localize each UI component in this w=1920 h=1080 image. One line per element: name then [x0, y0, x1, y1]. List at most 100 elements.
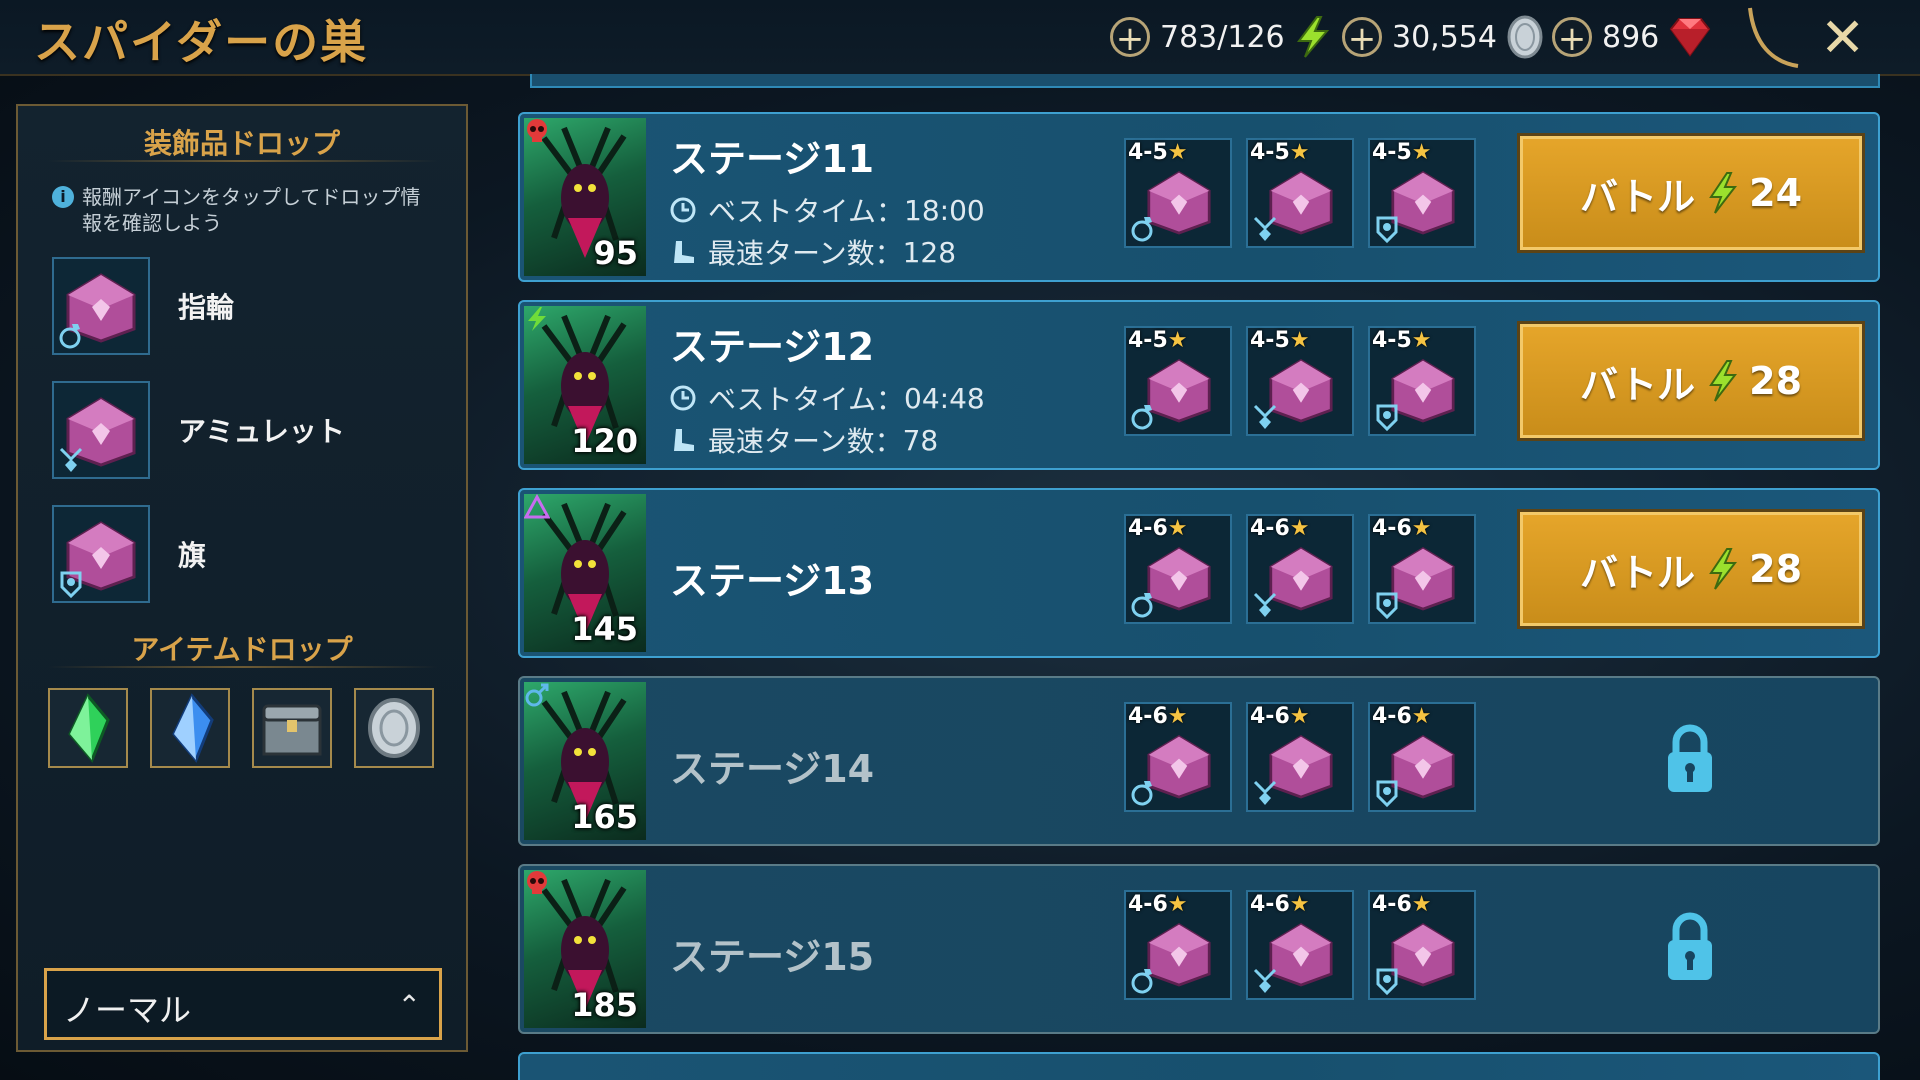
ring-chest-icon[interactable]: [52, 257, 150, 355]
banner-icon: [60, 571, 82, 599]
amulet-reward[interactable]: 4-6★: [1246, 890, 1354, 1000]
difficulty-value: ノーマル: [63, 991, 192, 1029]
ring-icon: [1131, 969, 1153, 994]
reward-list: 4-6★ 4-6★ 4-6★: [1124, 702, 1476, 812]
blue-shard-icon[interactable]: [150, 688, 230, 768]
ring-reward[interactable]: 4-6★: [1124, 702, 1232, 812]
banner-chest-icon[interactable]: [52, 505, 150, 603]
best-time-label: ベストタイム：: [708, 195, 905, 228]
divider: [48, 666, 438, 668]
artifact-banner-row[interactable]: 旗: [52, 504, 206, 604]
ring-icon: [59, 324, 81, 349]
next-stage-peek: [518, 1052, 1880, 1080]
amulet-reward[interactable]: 4-6★: [1246, 702, 1354, 812]
stage-row[interactable]: 95 ステージ11 ベストタイム： 18:00 最速ターン数： 128 4-5★ 4…: [518, 112, 1880, 282]
add-gems-button[interactable]: +: [1552, 17, 1592, 58]
reward-list: 4-5★ 4-5★ 4-5★: [1124, 138, 1476, 248]
enemy-power: 185: [571, 986, 638, 1024]
ring-reward[interactable]: 4-5★: [1124, 326, 1232, 436]
amulet-icon: [1253, 592, 1277, 617]
silver-coin-icon: [1507, 15, 1543, 59]
battle-label: バトル: [1579, 174, 1696, 219]
battle-label: バトル: [1579, 550, 1696, 595]
boss-portrait: 145: [524, 494, 646, 652]
boss-portrait: 95: [524, 118, 646, 276]
green-shard-icon[interactable]: [48, 688, 128, 768]
add-silver-button[interactable]: +: [1342, 17, 1382, 58]
amulet-icon: [1253, 404, 1277, 429]
artifact-label: 指輪: [178, 291, 235, 324]
gem-value: 896: [1602, 19, 1660, 55]
chevron-up-icon: ⌃: [397, 989, 421, 1022]
lock-icon: [1668, 912, 1712, 980]
chest-icon[interactable]: [252, 688, 332, 768]
battle-button[interactable]: バトル 28: [1517, 321, 1865, 441]
enemy-power: 120: [571, 422, 638, 460]
page-title: スパイダーの巣: [34, 15, 369, 69]
gem-counter: + 896: [1552, 14, 1715, 60]
stage-list[interactable]: 95 ステージ11 ベストタイム： 18:00 最速ターン数： 128 4-5★ 4…: [514, 74, 1884, 1080]
banner-reward[interactable]: 4-6★: [1368, 702, 1476, 812]
banner-reward[interactable]: 4-5★: [1368, 138, 1476, 248]
stage-row-locked: 165 ステージ14 4-6★ 4-6★ 4-6★: [518, 676, 1880, 846]
stage-row[interactable]: 120 ステージ12 ベストタイム： 04:48 最速ターン数： 78 4-5★ 4…: [518, 300, 1880, 470]
boot-icon: [674, 429, 694, 451]
banner-reward[interactable]: 4-6★: [1368, 890, 1476, 1000]
amulet-reward[interactable]: 4-5★: [1246, 138, 1354, 248]
fastest-turns: 最速ターン数： 128: [670, 232, 956, 272]
silver-coin-icon[interactable]: [354, 688, 434, 768]
energy-cost: 28: [1749, 547, 1803, 591]
artifact-label: 旗: [178, 539, 207, 572]
ring-icon: [1131, 217, 1153, 242]
fastest-turns-label: 最速ターン数：: [708, 237, 903, 270]
artifact-ring-row[interactable]: 指輪: [52, 256, 234, 356]
top-bar: スパイダーの巣 + 783/126 + 30,554 + 896 ✕: [0, 0, 1920, 76]
boss-portrait: 165: [524, 682, 646, 840]
battle-button[interactable]: バトル 24: [1517, 133, 1865, 253]
ring-reward[interactable]: 4-6★: [1124, 890, 1232, 1000]
amulet-chest-icon[interactable]: [52, 381, 150, 479]
energy-bolt-icon: [1296, 16, 1329, 58]
artifact-drop-title: 装飾品ドロップ: [143, 127, 340, 160]
reward-list: 4-5★ 4-5★ 4-5★: [1124, 326, 1476, 436]
divider: [48, 160, 438, 162]
fastest-turns-value: 128: [902, 235, 957, 269]
best-time-value: 04:48: [904, 381, 985, 415]
drop-info-panel: 装飾品ドロップ i 報酬アイコンをタップしてドロップ情報を確認しよう 指輪 アミ…: [16, 104, 468, 1052]
banner-icon: [1376, 968, 1398, 996]
item-drop-title: アイテムドロップ: [131, 633, 353, 666]
amulet-reward[interactable]: 4-5★: [1246, 326, 1354, 436]
fastest-turns: 最速ターン数： 78: [670, 420, 938, 460]
corner-ornament-icon: [1748, 7, 1799, 68]
amulet-reward[interactable]: 4-6★: [1246, 514, 1354, 624]
stage-name: ステージ14: [670, 747, 875, 791]
close-button[interactable]: ✕: [1820, 6, 1865, 69]
enemy-power: 145: [571, 610, 638, 648]
info-text: 報酬アイコンをタップしてドロップ情報を確認しよう: [82, 185, 421, 235]
clock-icon: [670, 385, 696, 411]
ring-reward[interactable]: 4-5★: [1124, 138, 1232, 248]
add-energy-button[interactable]: +: [1110, 17, 1150, 58]
ring-reward[interactable]: 4-6★: [1124, 514, 1232, 624]
stage-row[interactable]: 145 ステージ13 4-6★ 4-6★ 4-6★ バトル 28: [518, 488, 1880, 658]
banner-reward[interactable]: 4-5★: [1368, 326, 1476, 436]
lock-icon: [1668, 724, 1712, 792]
stage-name: ステージ13: [670, 559, 875, 603]
fastest-turns-label: 最速ターン数：: [708, 425, 903, 458]
best-time-value: 18:00: [904, 193, 985, 227]
skull-affinity-icon: [527, 119, 547, 142]
ring-icon: [1131, 405, 1153, 430]
male-affinity-icon: [525, 683, 549, 707]
ruby-gem-icon: [1670, 18, 1711, 57]
battle-button[interactable]: バトル 28: [1517, 509, 1865, 629]
stage-row-locked: 185 ステージ15 4-6★ 4-6★ 4-6★: [518, 864, 1880, 1034]
artifact-amulet-row[interactable]: アミュレット: [52, 380, 345, 480]
ring-icon: [1131, 593, 1153, 618]
banner-reward[interactable]: 4-6★: [1368, 514, 1476, 624]
bolt-affinity-icon: [528, 307, 546, 331]
clock-icon: [670, 197, 696, 223]
boss-portrait: 185: [524, 870, 646, 1028]
difficulty-select[interactable]: ノーマル ⌃: [44, 968, 442, 1040]
amulet-icon: [1253, 968, 1277, 993]
banner-icon: [1376, 404, 1398, 432]
